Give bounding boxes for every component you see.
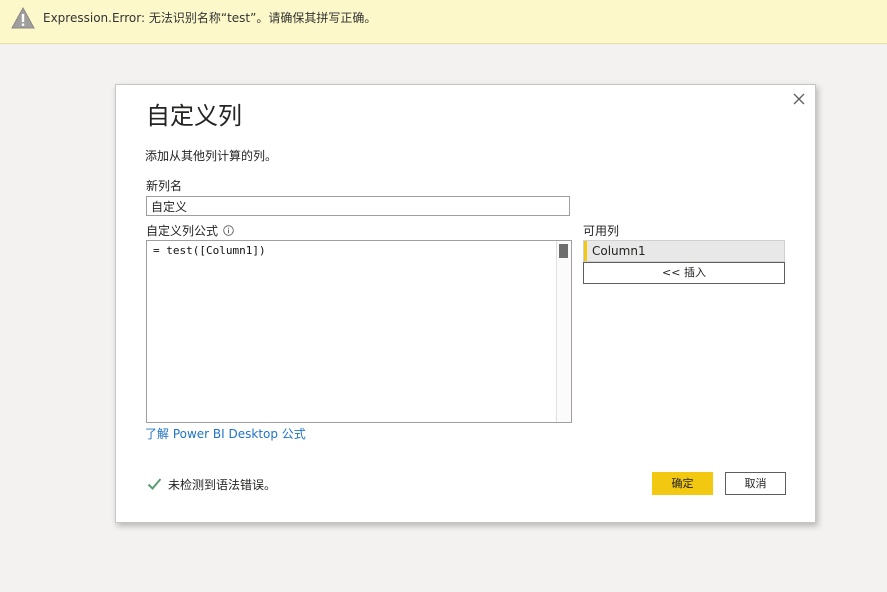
formula-label: 自定义列公式 [146,224,219,238]
syntax-status-text: 未检测到语法错误。 [168,478,277,492]
available-columns-list: Column1 [583,240,785,262]
custom-column-dialog: 自定义列 添加从其他列计算的列。 新列名 自定义列公式 = test([Colu… [115,84,816,523]
formula-editor[interactable]: = test([Column1]) [146,240,572,423]
available-columns-label: 可用列 [583,224,620,238]
error-bar: Expression.Error: 无法识别名称“test”。请确保其拼写正确。 [0,0,887,44]
close-icon[interactable] [791,91,807,107]
dialog-subtitle: 添加从其他列计算的列。 [145,149,278,163]
column-item-column1[interactable]: Column1 [584,241,784,261]
formula-text[interactable]: = test([Column1]) [153,244,266,258]
error-message: Expression.Error: 无法识别名称“test”。请确保其拼写正确。 [43,11,377,25]
formula-scrollbar[interactable] [556,241,571,422]
new-column-name-input[interactable] [146,196,570,216]
insert-button[interactable]: << 插入 [583,262,785,284]
cancel-button[interactable]: 取消 [725,472,786,495]
info-icon[interactable] [223,225,234,236]
learn-formulas-link[interactable]: 了解 Power BI Desktop 公式 [145,427,306,441]
ok-button[interactable]: 确定 [652,472,713,495]
warning-icon [11,7,35,29]
dialog-title: 自定义列 [146,102,242,130]
checkmark-icon [147,478,162,490]
new-column-name-label: 新列名 [146,179,183,193]
scrollbar-thumb[interactable] [559,244,568,258]
